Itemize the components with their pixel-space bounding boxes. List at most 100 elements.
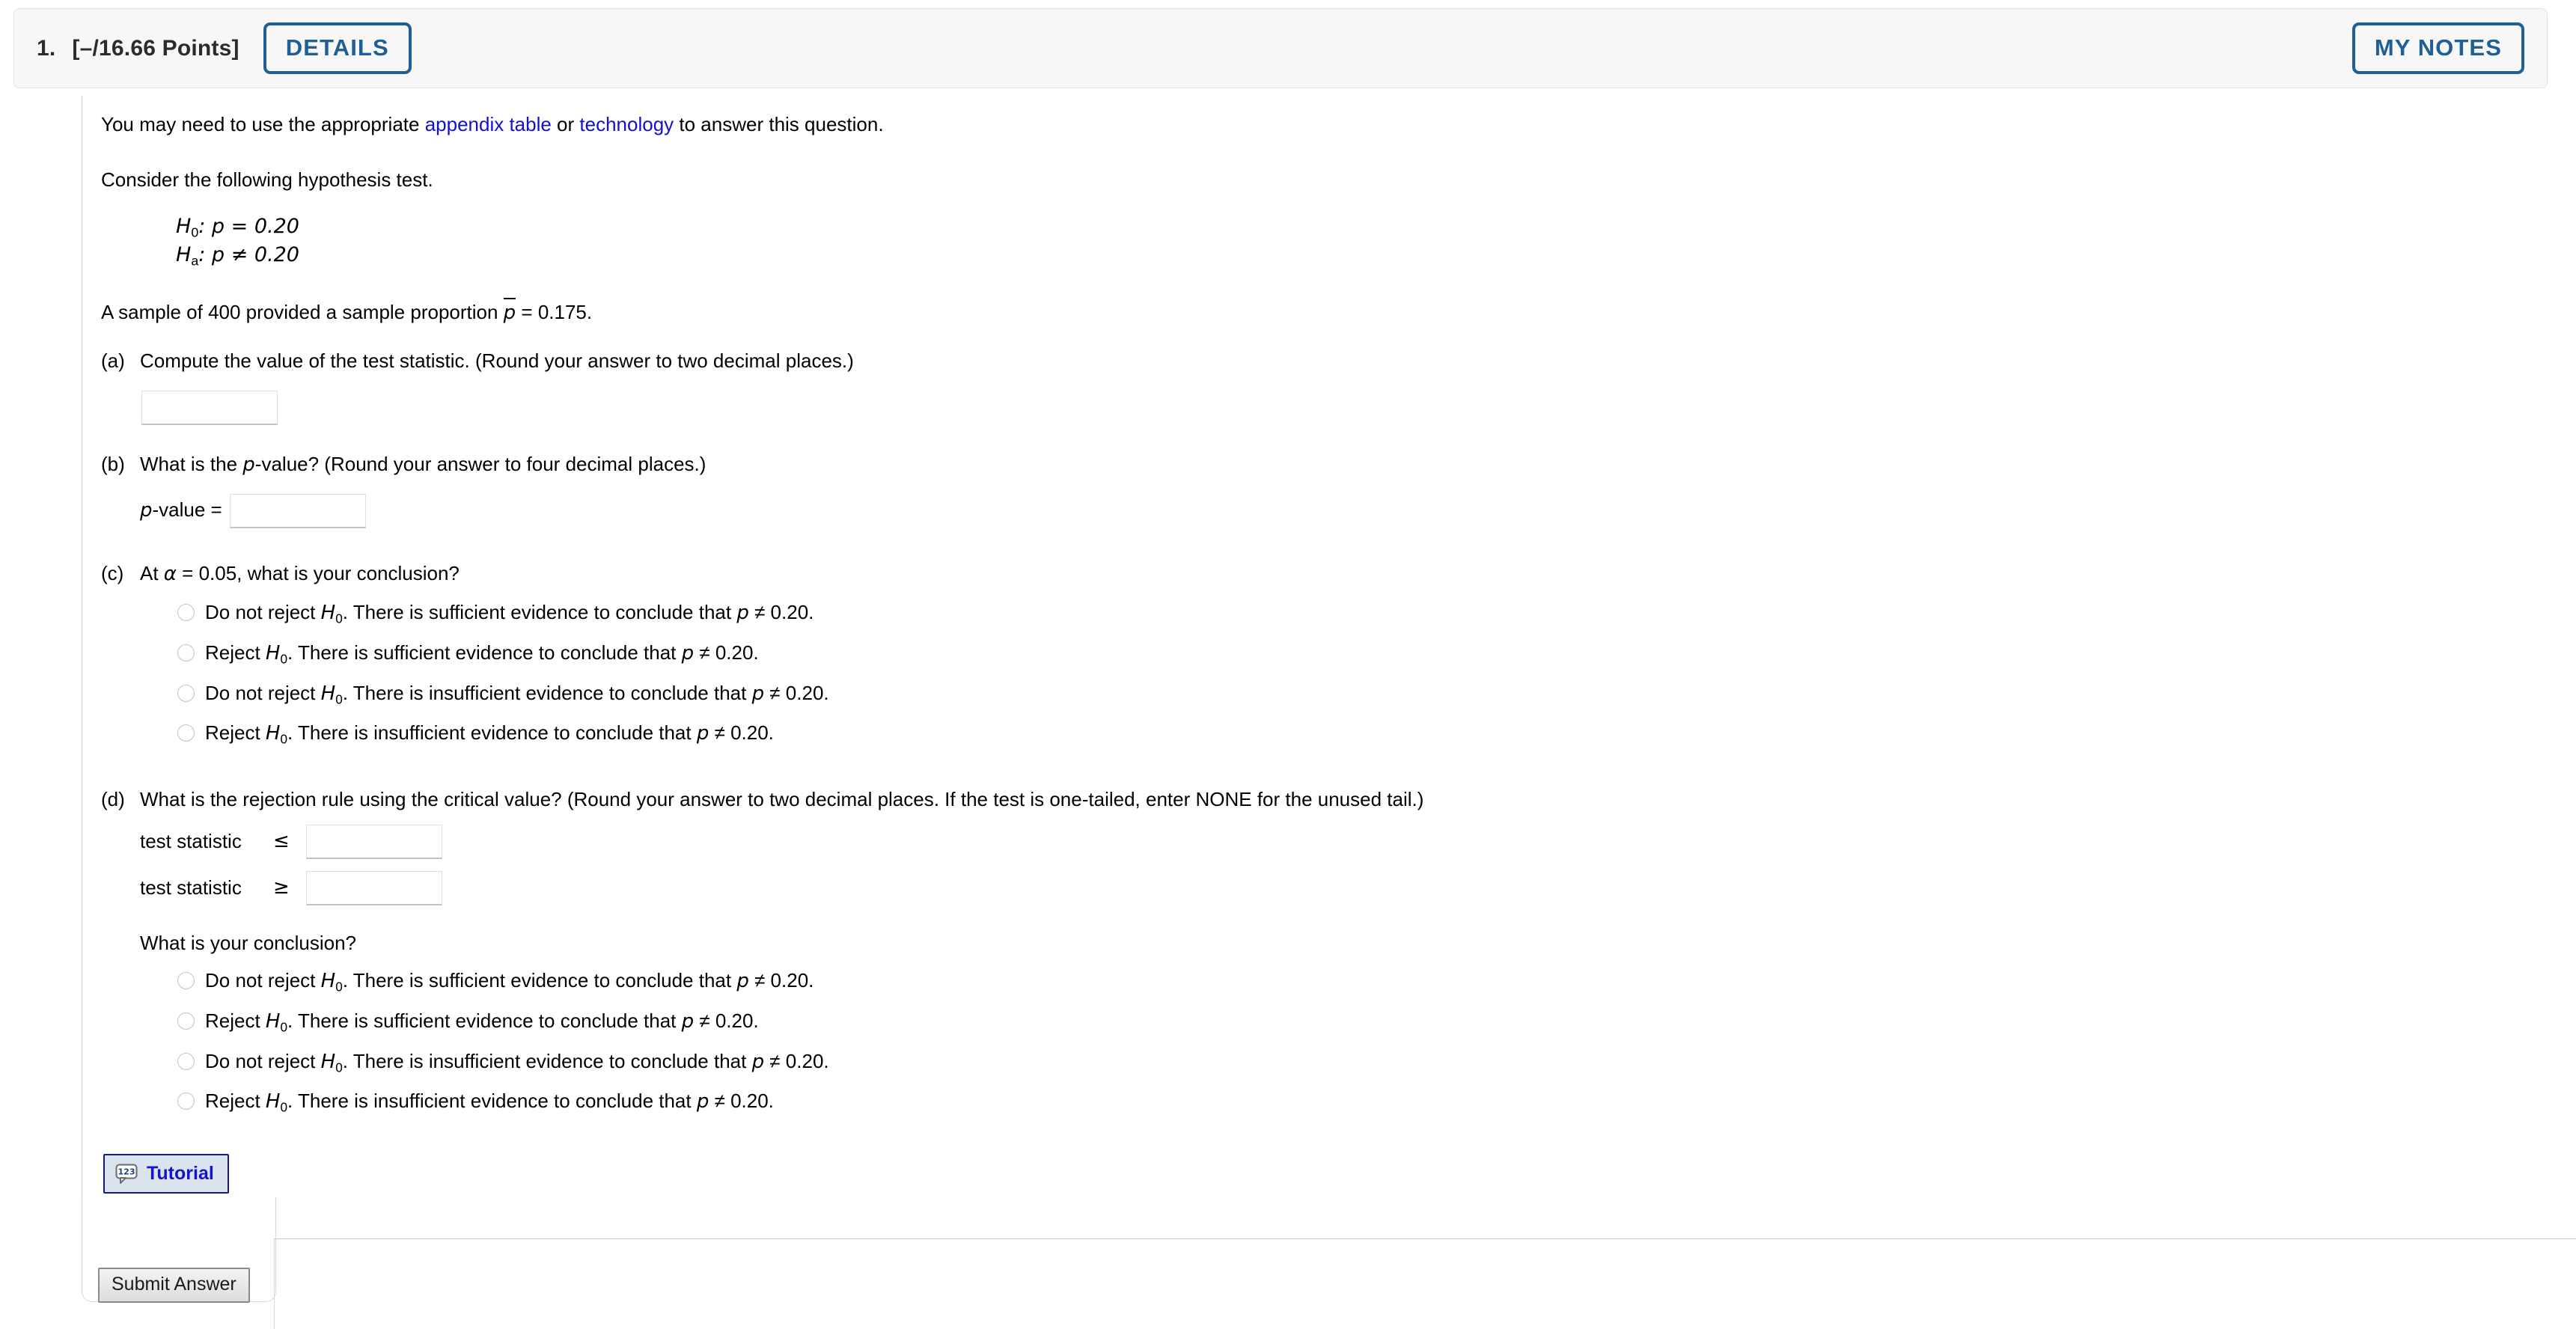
part-c-options: Do not reject H0. There is sufficient ev… — [140, 599, 2496, 748]
intro-paragraph: You may need to use the appropriate appe… — [101, 112, 2496, 138]
part-c-option-3[interactable]: Do not reject H0. There is insufficient … — [177, 680, 2496, 709]
opt-action: Reject — [205, 1090, 266, 1113]
alpha-symbol: α — [163, 563, 177, 586]
opt-action: Do not reject — [205, 681, 321, 704]
opt-end: ≠ 0.20. — [764, 1049, 829, 1072]
my-notes-button[interactable]: MY NOTES — [2351, 22, 2524, 74]
opt-var: p — [696, 722, 709, 745]
opt-var: p — [736, 970, 749, 993]
part-a-label: (a) — [101, 349, 125, 372]
svg-text:123: 123 — [118, 1167, 135, 1176]
part-d-body: What is the rejection rule using the cri… — [140, 787, 2496, 1116]
question-number: 1. — [37, 35, 56, 61]
part-c-body: At α = 0.05, what is your conclusion? Do… — [140, 561, 2496, 748]
submit-answer-button[interactable]: Submit Answer — [98, 1268, 250, 1303]
tutorial-button[interactable]: 123 Tutorial — [103, 1154, 229, 1194]
radio-button-icon[interactable] — [177, 644, 195, 662]
p-value-label-rest: -value = — [152, 498, 222, 522]
opt-sub: 0 — [280, 731, 288, 747]
part-d-option-4-label: Reject H0. There is insufficient evidenc… — [205, 1088, 774, 1116]
radio-button-icon[interactable] — [177, 724, 195, 742]
part-b-prompt: What is the p-value? (Round your answer … — [140, 452, 2496, 478]
opt-action: Do not reject — [205, 1049, 321, 1072]
part-a-prompt: Compute the value of the test statistic.… — [140, 349, 854, 372]
p-value-input[interactable] — [229, 494, 366, 529]
radio-button-icon[interactable] — [177, 1093, 195, 1110]
opt-var: p — [751, 1050, 765, 1073]
part-b-body: What is the p-value? (Round your answer … — [140, 452, 2496, 529]
opt-end: ≠ 0.20. — [694, 1009, 759, 1033]
radio-button-icon[interactable] — [177, 684, 195, 702]
greater-than-or-equal-icon: ≥ — [273, 876, 290, 899]
question-points: [–/16.66 Points] — [72, 35, 239, 61]
opt-h: H — [265, 1090, 281, 1113]
part-c-option-4[interactable]: Reject H0. There is insufficient evidenc… — [177, 720, 2496, 748]
null-hypothesis-symbol: H — [176, 214, 192, 238]
opt-sub: 0 — [335, 611, 343, 626]
null-hypothesis: H0: p = 0.20 — [176, 213, 2496, 242]
part-d-option-4[interactable]: Reject H0. There is insufficient evidenc… — [177, 1088, 2496, 1116]
opt-h: H — [320, 1050, 336, 1073]
opt-tail: . There is sufficient evidence to conclu… — [342, 601, 737, 624]
part-d-option-1[interactable]: Do not reject H0. There is sufficient ev… — [177, 968, 2496, 996]
part-c-option-2[interactable]: Reject H0. There is sufficient evidence … — [177, 640, 2496, 668]
part-c-option-3-label: Do not reject H0. There is insufficient … — [205, 680, 829, 709]
radio-button-icon[interactable] — [177, 972, 195, 990]
opt-h: H — [265, 722, 281, 745]
radio-button-icon[interactable] — [177, 1012, 195, 1030]
part-c-prompt-post: = 0.05, what is your conclusion? — [176, 562, 460, 585]
part-d-option-2[interactable]: Reject H0. There is sufficient evidence … — [177, 1008, 2496, 1036]
rejection-rule-lower-input[interactable] — [306, 824, 442, 859]
part-c-prompt-pre: At — [140, 562, 164, 585]
opt-var: p — [736, 602, 749, 625]
rejection-rule-label-upper: test statistic — [140, 876, 242, 899]
opt-tail: . There is sufficient evidence to conclu… — [287, 1009, 682, 1033]
opt-sub: 0 — [280, 651, 288, 667]
null-hypothesis-subscript: 0 — [191, 224, 199, 240]
opt-action: Reject — [205, 721, 266, 745]
part-d-option-1-label: Do not reject H0. There is sufficient ev… — [205, 968, 814, 996]
opt-action: Reject — [205, 1009, 266, 1033]
consider-paragraph: Consider the following hypothesis test. — [101, 168, 433, 191]
part-b-prompt-var: p — [242, 453, 255, 476]
radio-button-icon[interactable] — [177, 1052, 195, 1070]
opt-sub: 0 — [280, 1099, 288, 1115]
opt-sub: 0 — [280, 1019, 288, 1035]
opt-var: p — [681, 1010, 695, 1033]
sample-text-post: = 0.175. — [516, 301, 593, 324]
alt-hypothesis-symbol: H — [176, 243, 192, 267]
part-b-label: (b) — [101, 452, 125, 475]
part-d-option-3[interactable]: Do not reject H0. There is insufficient … — [177, 1048, 2496, 1077]
opt-h: H — [320, 682, 336, 705]
opt-end: ≠ 0.20. — [764, 681, 829, 704]
opt-end: ≠ 0.20. — [709, 721, 774, 745]
opt-end: ≠ 0.20. — [709, 1090, 774, 1113]
sample-text-pre: A sample of 400 provided a sample propor… — [101, 301, 504, 324]
alt-hypothesis-rest: : p ≠ 0.20 — [198, 243, 299, 267]
rejection-rule-label-lower: test statistic — [140, 829, 242, 852]
part-c-option-1-label: Do not reject H0. There is sufficient ev… — [205, 599, 814, 628]
alt-hypothesis: Ha: p ≠ 0.20 — [176, 241, 2496, 270]
part-c: (c) At α = 0.05, what is your conclusion… — [101, 561, 2496, 748]
intro-text-2: or — [551, 113, 580, 135]
part-c-option-1[interactable]: Do not reject H0. There is sufficient ev… — [177, 599, 2496, 628]
part-b-prompt-pre: What is the — [140, 452, 243, 475]
alt-hypothesis-subscript: a — [191, 254, 199, 269]
opt-var: p — [751, 682, 765, 705]
sample-paragraph: A sample of 400 provided a sample propor… — [101, 297, 2496, 326]
rejection-rule-upper-input[interactable] — [306, 870, 442, 905]
part-d-prompt: What is the rejection rule using the cri… — [140, 787, 1424, 810]
part-b-prompt-post: -value? (Round your answer to four decim… — [254, 452, 706, 475]
test-statistic-input[interactable] — [141, 390, 278, 425]
tutorial-button-label: Tutorial — [147, 1163, 214, 1184]
radio-button-icon[interactable] — [177, 604, 195, 622]
opt-var: p — [696, 1090, 709, 1113]
question-header: 1. [–/16.66 Points] DETAILS MY NOTES — [13, 8, 2548, 88]
opt-sub: 0 — [335, 691, 343, 707]
rejection-rule-row-lower: test statistic ≤ — [140, 824, 2496, 859]
appendix-table-link[interactable]: appendix table — [425, 113, 552, 135]
opt-tail: . There is sufficient evidence to conclu… — [287, 641, 682, 664]
technology-link[interactable]: technology — [579, 113, 674, 135]
details-button[interactable]: DETAILS — [263, 22, 412, 74]
bottom-divider — [274, 1238, 2576, 1239]
